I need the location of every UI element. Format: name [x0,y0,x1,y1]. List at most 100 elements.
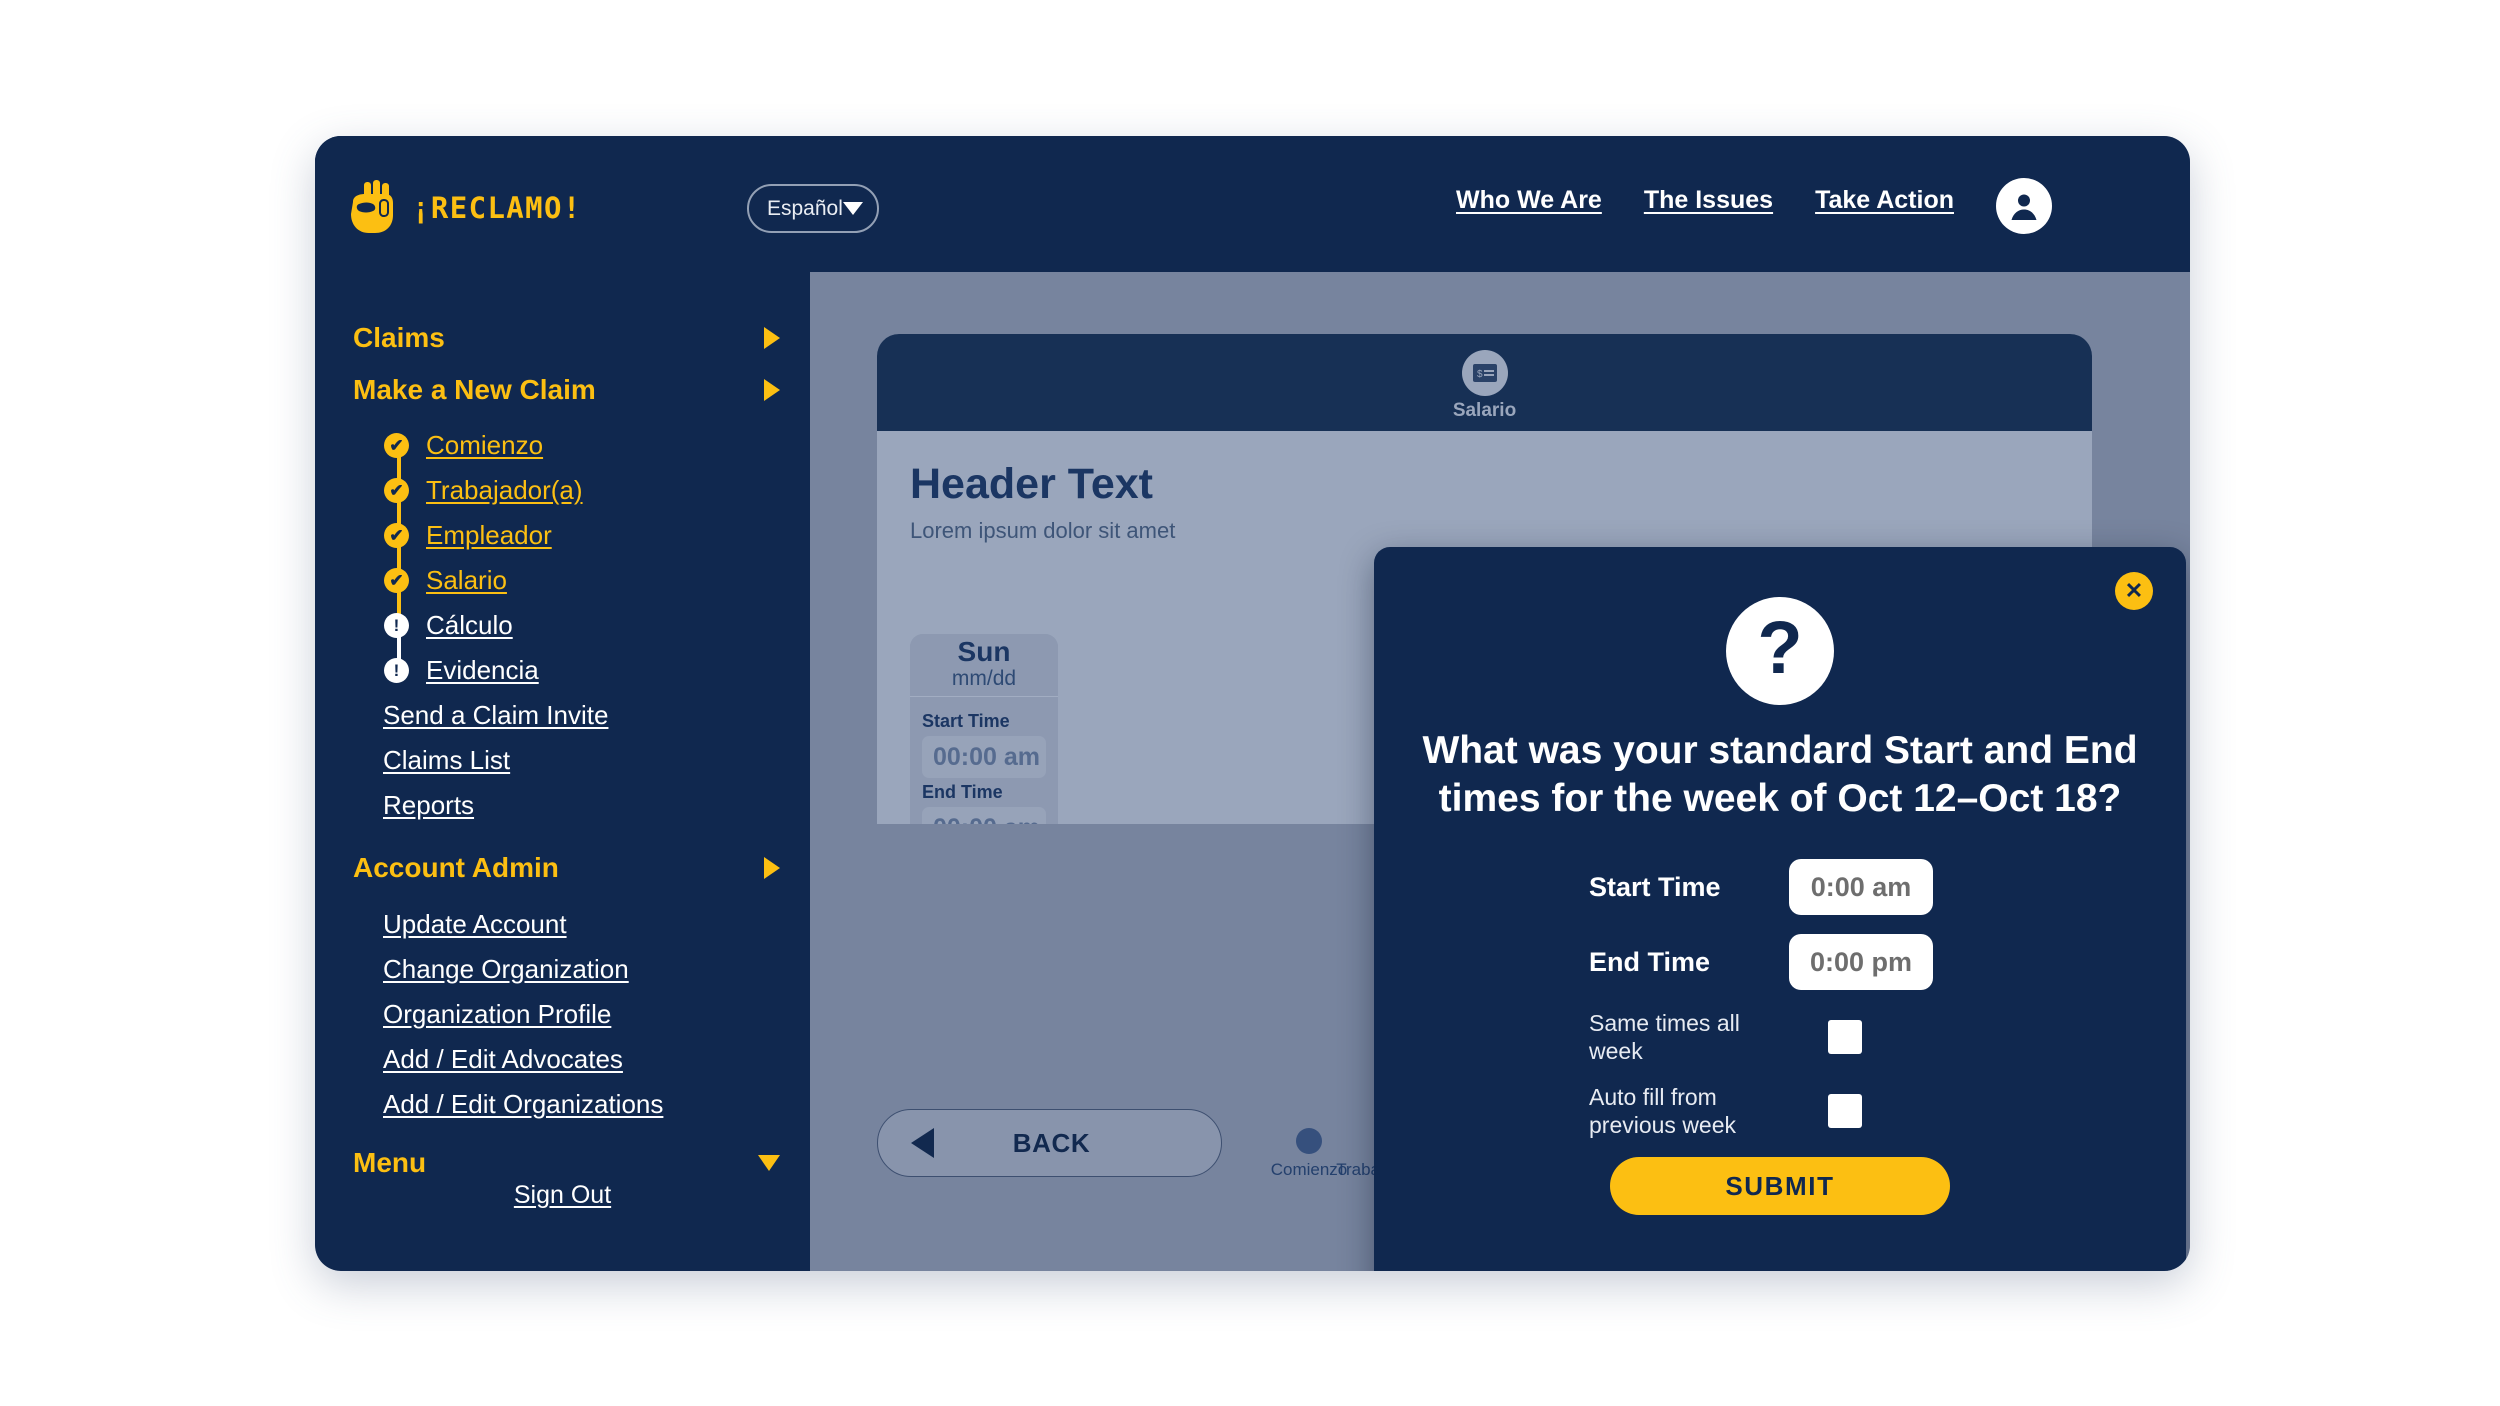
check-glyph: ✔ [389,571,404,590]
check-circle-icon: ✔ [384,478,409,503]
card-heading-block: Header Text Lorem ipsum dolor sit amet [910,460,1175,544]
triangle-left-icon [911,1128,934,1158]
check-circle-icon: ✔ [384,523,409,548]
sidebar-group-label: Make a New Claim [353,374,596,405]
sidebar-step-comienzo[interactable]: ✔ Comienzo [384,423,810,468]
sidebar-step-label[interactable]: Salario [426,565,507,596]
page-title: Header Text [910,460,1153,508]
modal-form: Start Time 0:00 am End Time 0:00 pm Same… [1589,859,2009,1157]
sidebar-group-claims[interactable]: Claims [315,312,810,364]
nav-link-take-action[interactable]: Take Action [1815,186,1954,215]
standard-times-modal: ✕ ? What was your standard Start and End… [1374,547,2186,1271]
sidebar-group-make-a-new-claim[interactable]: Make a New Claim [315,364,810,416]
same-times-row: Same times all week [1589,1009,2009,1065]
caret-right-icon [764,379,780,401]
sidebar-item-update-account[interactable]: Update Account [315,902,810,947]
same-times-checkbox[interactable] [1828,1020,1862,1055]
sidebar-step-label[interactable]: Evidencia [426,655,539,686]
sidebar-step-evidencia[interactable]: ! Evidencia [384,648,810,693]
sidebar: Claims Make a New Claim ✔ Comienzo ✔ Tra… [315,136,810,1271]
app-window: $ Salario Header Text Lorem ipsum dolor … [315,136,2190,1271]
sidebar-group-label: Claims [353,322,445,353]
exclamation-glyph: ! [393,616,400,635]
check-glyph: ✔ [389,526,404,545]
check-circle-icon: ✔ [384,433,409,458]
sidebar-item-claims-list[interactable]: Claims List [315,738,810,783]
back-label: BACK [1012,1127,1091,1158]
sidebar-item-add-edit-advocates[interactable]: Add / Edit Advocates [315,1037,810,1082]
sidebar-group-account-admin[interactable]: Account Admin [315,842,810,894]
svg-text:$: $ [1477,369,1483,380]
card-step-label: Salario [1452,400,1517,421]
sidebar-content: Claims Make a New Claim ✔ Comienzo ✔ Tra… [315,272,810,1189]
day-column-sun: Sun mm/dd Start Time 00:00 am End Time 0… [910,634,1058,824]
end-time-input[interactable]: 00:00 am [922,807,1046,824]
close-icon[interactable]: ✕ [2115,572,2153,610]
day-date: mm/dd [951,666,1017,690]
sidebar-step-calculo[interactable]: ! Cálculo [384,603,810,648]
page-subtitle: Lorem ipsum dolor sit amet [910,518,1176,543]
sidebar-step-label[interactable]: Cálculo [426,610,513,641]
end-time-input[interactable]: 0:00 pm [1789,934,1933,990]
end-time-row: End Time 0:00 pm [1589,934,2009,990]
start-time-input[interactable]: 0:00 am [1789,859,1933,915]
nav-link-who-we-are[interactable]: Who We Are [1456,186,1602,215]
question-mark-icon: ? [1726,597,1834,705]
day-column-header: Sun mm/dd [910,634,1058,697]
submit-button[interactable]: SUBMIT [1610,1157,1950,1215]
user-account-icon[interactable] [1996,178,2052,234]
sidebar-item-add-edit-organizations[interactable]: Add / Edit Organizations [315,1082,810,1127]
back-button[interactable]: BACK [877,1109,1222,1177]
screenshot-canvas: $ Salario Header Text Lorem ipsum dolor … [0,0,2500,1406]
sidebar-step-empleador[interactable]: ✔ Empleador [384,513,810,558]
exclamation-circle-icon: ! [384,613,409,638]
question-glyph: ? [1757,606,1803,689]
nav-link-the-issues[interactable]: The Issues [1644,186,1773,215]
auto-fill-checkbox[interactable] [1828,1094,1862,1129]
exclamation-glyph: ! [393,661,400,680]
start-time-label: Start Time [1589,871,1721,902]
chevron-down-icon [842,202,863,215]
sidebar-step-label[interactable]: Trabajador(a) [426,475,583,506]
day-column-fields: Start Time 00:00 am End Time 00:00 am Lu… [910,697,1058,824]
caret-right-icon [764,327,780,349]
raised-fist-icon [351,180,393,233]
start-time-label: Start Time [922,711,1010,731]
caret-down-icon [758,1155,780,1171]
progress-dot [1296,1128,1322,1154]
sidebar-item-organization-profile[interactable]: Organization Profile [315,992,810,1037]
top-header-bar: ¡RECLAMO! Español Who We Are The Issues … [315,136,2190,272]
sidebar-step-trabajador[interactable]: ✔ Trabajador(a) [384,468,810,513]
caret-right-icon [764,857,780,879]
language-value: Español [767,196,843,220]
check-glyph: ✔ [389,436,404,455]
top-navigation: Who We Are The Issues Take Action [1456,186,1954,215]
brand-logo[interactable]: ¡RECLAMO! [347,180,582,236]
auto-fill-row: Auto fill from previous week [1589,1083,2009,1139]
language-select[interactable]: Español [747,184,879,233]
modal-title: What was your standard Start and End tim… [1422,729,2138,821]
same-times-label: Same times all week [1589,1010,1740,1065]
sidebar-item-change-organization[interactable]: Change Organization [315,947,810,992]
end-time-label: End Time [922,782,1003,802]
claim-step-list: ✔ Comienzo ✔ Trabajador(a) ✔ Empleador ✔… [315,423,810,693]
sign-out-link[interactable]: Sign Out [514,1181,611,1209]
sidebar-step-label[interactable]: Empleador [426,520,552,551]
sidebar-step-salario[interactable]: ✔ Salario [384,558,810,603]
exclamation-circle-icon: ! [384,658,409,683]
sign-out-wrapper: Sign Out [315,1181,810,1210]
day-name: Sun [957,635,1011,667]
brand-name: ¡RECLAMO! [412,191,582,225]
check-glyph: ✔ [389,481,404,500]
start-time-row: Start Time 0:00 am [1589,859,2009,915]
sidebar-item-send-a-claim-invite[interactable]: Send a Claim Invite [315,693,810,738]
auto-fill-label: Auto fill from previous week [1589,1084,1737,1139]
end-time-label: End Time [1589,946,1711,977]
sidebar-step-label[interactable]: Comienzo [426,430,543,461]
check-circle-icon: ✔ [384,568,409,593]
sidebar-group-label: Menu [353,1147,427,1178]
card-header-bar: $ Salario [877,334,2092,431]
start-time-input[interactable]: 00:00 am [922,736,1046,778]
sidebar-item-reports[interactable]: Reports [315,783,810,828]
paycheck-icon: $ [1461,350,1508,396]
